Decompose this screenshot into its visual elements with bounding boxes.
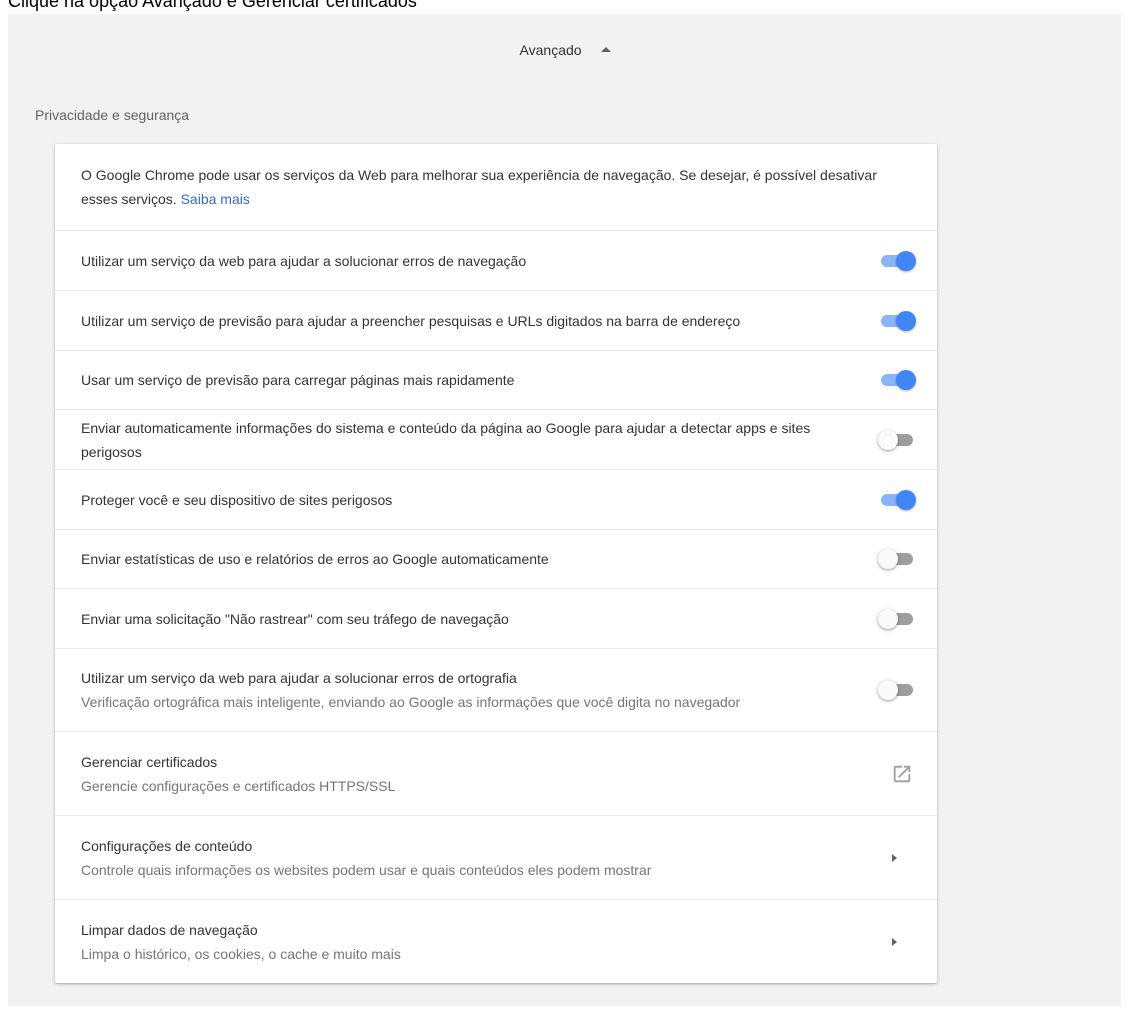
- toggle-knob: [896, 310, 916, 331]
- toggle-switch[interactable]: [878, 250, 916, 271]
- intro-text-block: O Google Chrome pode usar os serviços da…: [81, 163, 917, 211]
- privacy-card: O Google Chrome pode usar os serviços da…: [55, 144, 937, 983]
- advanced-label: Avançado: [519, 42, 582, 59]
- setting-row-usage-stats[interactable]: Enviar estatísticas de uso e relatórios …: [55, 529, 937, 588]
- toggle-switch[interactable]: [878, 680, 916, 700]
- link-text-block: Gerenciar certificados Gerencie configur…: [81, 750, 891, 798]
- setting-row-safe-browsing-reports[interactable]: Enviar automaticamente informações do si…: [55, 409, 937, 469]
- setting-label: Usar um serviço de previsão para carrega…: [81, 372, 515, 388]
- section-title: Privacidade e segurança: [35, 107, 190, 123]
- link-sublabel: Limpa o histórico, os cookies, o cache e…: [81, 945, 401, 962]
- toggle-switch[interactable]: [878, 608, 916, 629]
- link-label: Limpar dados de navegação: [81, 921, 258, 938]
- toggle-knob: [896, 489, 916, 510]
- toggle-switch[interactable]: [878, 310, 916, 331]
- setting-label: Utilizar um serviço da web para ajudar a…: [81, 670, 517, 686]
- toggle-knob: [896, 370, 916, 390]
- toggle-switch[interactable]: [878, 549, 916, 569]
- toggle-switch[interactable]: [878, 489, 916, 510]
- intro-row: O Google Chrome pode usar os serviços da…: [55, 144, 937, 230]
- toggle-switch[interactable]: [878, 429, 916, 450]
- caret-up-icon: [601, 46, 612, 52]
- setting-text-block: Utilizar um serviço da web para ajudar a…: [81, 666, 866, 714]
- setting-label: Enviar estatísticas de uso e relatórios …: [81, 551, 549, 567]
- link-text-block: Limpar dados de navegação Limpa o histór…: [81, 918, 892, 966]
- setting-row-safe-browsing[interactable]: Proteger você e seu dispositivo de sites…: [55, 469, 937, 529]
- setting-label: Utilizar um serviço de previsão para aju…: [81, 312, 741, 329]
- link-row-manage-certificates[interactable]: Gerenciar certificados Gerencie configur…: [55, 731, 937, 815]
- toggle-knob: [878, 549, 898, 569]
- setting-row-do-not-track[interactable]: Enviar uma solicitação "Não rastrear" co…: [55, 588, 937, 648]
- toggle-knob: [878, 680, 898, 700]
- setting-label: Utilizar um serviço da web para ajudar a…: [81, 252, 527, 269]
- link-row-clear-browsing-data[interactable]: Limpar dados de navegação Limpa o histór…: [55, 899, 937, 983]
- setting-label: Proteger você e seu dispositivo de sites…: [81, 491, 393, 508]
- link-label: Gerenciar certificados: [81, 753, 218, 770]
- chevron-right-icon[interactable]: [892, 853, 897, 862]
- setting-sublabel: Verificação ortográfica mais inteligente…: [81, 694, 741, 710]
- setting-row-prediction-search[interactable]: Utilizar um serviço de previsão para aju…: [55, 290, 937, 350]
- toggle-knob: [878, 429, 898, 450]
- link-row-content-settings[interactable]: Configurações de conteúdo Controle quais…: [55, 815, 937, 899]
- toggle-switch[interactable]: [878, 370, 916, 390]
- learn-more-link[interactable]: Saiba mais: [181, 191, 250, 207]
- settings-page: Avançado Privacidade e segurança O Googl…: [8, 14, 1121, 1006]
- link-sublabel: Controle quais informações os websites p…: [81, 861, 652, 878]
- setting-row-spelling[interactable]: Utilizar um serviço da web para ajudar a…: [55, 648, 937, 731]
- toggle-knob: [896, 250, 916, 271]
- link-sublabel: Gerencie configurações e certificados HT…: [81, 777, 396, 794]
- advanced-toggle-button[interactable]: Avançado: [8, 41, 1121, 58]
- open-in-new-icon[interactable]: [891, 763, 913, 785]
- setting-row-navigation-errors[interactable]: Utilizar um serviço da web para ajudar a…: [55, 230, 937, 290]
- setting-label: Enviar uma solicitação "Não rastrear" co…: [81, 610, 509, 627]
- link-text-block: Configurações de conteúdo Controle quais…: [81, 834, 892, 882]
- chevron-right-icon[interactable]: [892, 937, 897, 946]
- setting-row-prediction-pages[interactable]: Usar um serviço de previsão para carrega…: [55, 350, 937, 409]
- toggle-knob: [878, 608, 898, 629]
- instruction-caption: Clique na opção Avançado e Gerenciar cer…: [8, 0, 417, 11]
- setting-label: Enviar automaticamente informações do si…: [81, 419, 811, 460]
- link-label: Configurações de conteúdo: [81, 837, 253, 854]
